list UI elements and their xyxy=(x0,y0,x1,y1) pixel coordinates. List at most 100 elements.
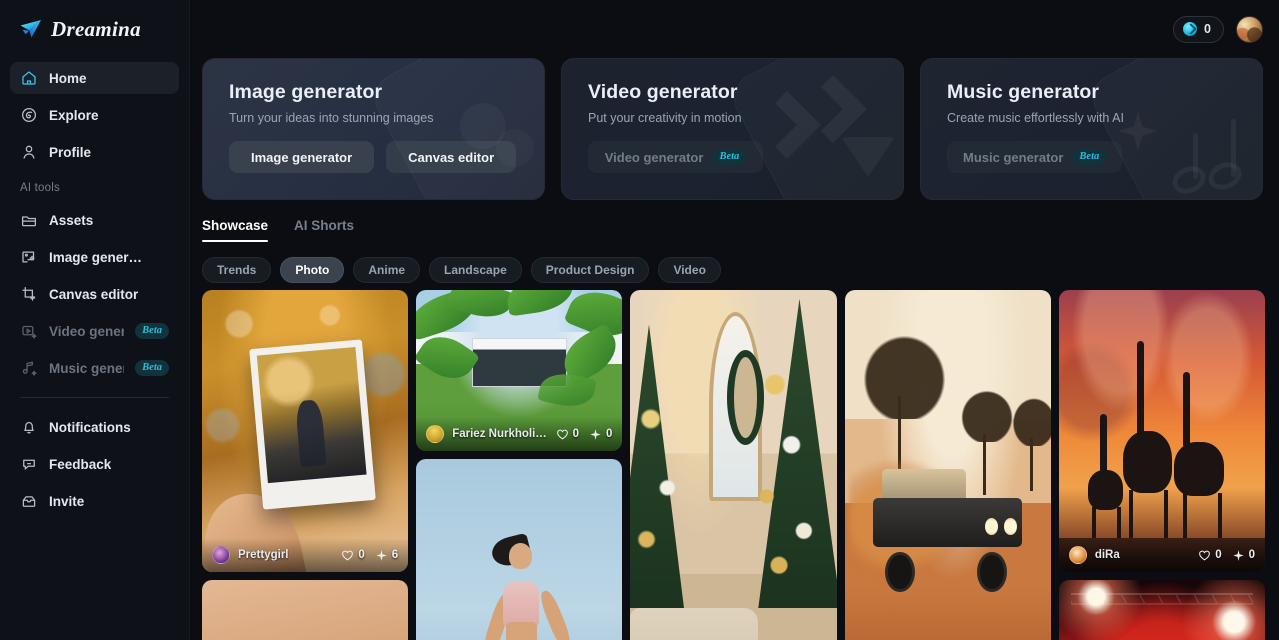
hero-card-music-generator[interactable]: Music generator Create music effortlessl… xyxy=(920,58,1263,200)
decorative-clouds-shape xyxy=(1058,290,1266,572)
tab-label: AI Shorts xyxy=(294,218,355,233)
decorative-acacia3-shape xyxy=(1005,388,1051,446)
chip-label: Anime xyxy=(368,263,406,277)
sparkle-icon xyxy=(590,428,601,440)
like-count: 0 xyxy=(572,428,579,440)
chat-icon xyxy=(23,459,35,470)
sidebar-item-label: Invite xyxy=(49,493,85,509)
avatar xyxy=(212,546,230,564)
brand[interactable]: Dreamina xyxy=(0,0,189,58)
sparkle-icon xyxy=(376,549,387,561)
filter-chip-video[interactable]: Video xyxy=(658,257,721,283)
hero-title: Music generator xyxy=(947,81,1100,103)
gallery-card[interactable]: Fariez Nurkholiq As… 0 xyxy=(416,290,623,451)
sidebar-item-canvas-editor[interactable]: Canvas editor xyxy=(10,278,179,310)
credit-stat[interactable]: 0 xyxy=(589,428,612,441)
hero-card-video-generator[interactable]: Video generator Put your creativity in m… xyxy=(561,58,904,200)
sidebar-item-notifications[interactable]: Notifications xyxy=(10,411,179,443)
hero-title: Video generator xyxy=(588,81,738,103)
credit-stat[interactable]: 6 xyxy=(375,549,398,562)
decorative-truss-shape xyxy=(1071,592,1254,606)
sidebar-item-label: Video gener… xyxy=(49,323,125,339)
heart-icon xyxy=(342,550,354,560)
chip-label: Product Design xyxy=(545,263,635,277)
sidebar-item-assets[interactable]: Assets xyxy=(10,204,179,236)
sidebar-item-explore[interactable]: Explore xyxy=(10,99,179,131)
card-overlay: diRa 0 0 xyxy=(1058,538,1266,572)
beta-badge: Beta xyxy=(712,149,747,165)
image-sparkle-icon xyxy=(22,251,35,263)
gallery-card[interactable] xyxy=(416,459,623,640)
sidebar-item-image-generator[interactable]: Image gener… xyxy=(10,241,179,273)
sidebar-divider xyxy=(20,397,169,398)
card-stats: 0 0 xyxy=(556,428,612,441)
sidebar-item-label: Profile xyxy=(49,144,92,160)
filter-chip-anime[interactable]: Anime xyxy=(353,257,421,283)
gallery-card[interactable] xyxy=(202,580,409,640)
sidebar-item-profile[interactable]: Profile xyxy=(10,136,179,168)
paper-plane-icon xyxy=(20,20,41,38)
gallery-column xyxy=(630,290,837,640)
like-stat[interactable]: 0 xyxy=(341,549,365,562)
filter-chip-trends[interactable]: Trends xyxy=(202,257,272,283)
hero-subtitle: Put your creativity in motion xyxy=(588,111,742,125)
video-generator-button[interactable]: Video generator Beta xyxy=(588,141,763,173)
gallery-card[interactable] xyxy=(630,290,837,640)
card-overlay: Fariez Nurkholiq As… 0 xyxy=(416,417,623,451)
credit-count: 0 xyxy=(1248,549,1256,561)
credit-count: 0 xyxy=(606,428,613,440)
decorative-pane-shape xyxy=(725,59,903,199)
avatar xyxy=(1068,546,1087,564)
gallery-column: Prettygirl 0 6 xyxy=(202,290,409,640)
chip-label: Trends xyxy=(217,263,257,277)
author-name: Fariez Nurkholiq As… xyxy=(452,428,547,440)
sidebar-tools-nav: Assets Image gener… Canvas editor Video … xyxy=(0,200,189,389)
sidebar-item-label: Feedback xyxy=(49,456,112,472)
hero-title: Image generator xyxy=(229,81,383,103)
like-count: 0 xyxy=(1215,549,1222,561)
avatar[interactable] xyxy=(1236,15,1263,43)
sidebar-item-feedback[interactable]: Feedback xyxy=(10,448,179,480)
beta-badge: Beta xyxy=(135,360,169,376)
like-stat[interactable]: 0 xyxy=(1198,549,1222,562)
decorative-sofa-shape xyxy=(630,608,759,640)
music-generator-button[interactable]: Music generator Beta xyxy=(947,141,1123,173)
sidebar-item-invite[interactable]: Invite xyxy=(10,485,179,517)
tab-showcase[interactable]: Showcase xyxy=(202,218,269,242)
topbar: 0 xyxy=(190,0,1279,58)
like-stat[interactable]: 0 xyxy=(556,428,579,441)
inbox-icon xyxy=(22,496,36,507)
canvas-editor-button[interactable]: Canvas editor xyxy=(386,141,517,173)
sidebar-item-home[interactable]: Home xyxy=(10,62,179,94)
sidebar-item-label: Notifications xyxy=(49,419,131,435)
artwork-wrist-closeup xyxy=(202,580,409,640)
credit-stat[interactable]: 0 xyxy=(1232,549,1255,562)
filter-chip-landscape[interactable]: Landscape xyxy=(429,257,522,283)
gallery-card[interactable] xyxy=(844,290,1051,640)
beta-badge: Beta xyxy=(1072,149,1107,165)
gallery-card[interactable] xyxy=(1058,580,1266,640)
gallery-card[interactable]: diRa 0 0 xyxy=(1058,290,1266,572)
filter-chip-product-design[interactable]: Product Design xyxy=(530,257,650,283)
video-sparkle-icon xyxy=(22,325,37,339)
image-generator-button[interactable]: Image generator xyxy=(229,141,375,173)
dreamina-app: Dreamina Home Explore Profile AI tools A… xyxy=(0,0,1279,640)
tab-ai-shorts[interactable]: AI Shorts xyxy=(294,218,354,242)
brand-name: Dreamina xyxy=(51,16,141,41)
sidebar-item-label: Assets xyxy=(49,212,94,228)
button-label: Image generator xyxy=(251,149,353,165)
music-sparkle-icon xyxy=(22,361,37,376)
credit-coin-icon xyxy=(1183,22,1198,36)
gallery-card[interactable]: Prettygirl 0 6 xyxy=(202,290,409,572)
sidebar-item-video-generator[interactable]: Video gener… Beta xyxy=(10,315,179,347)
credits-value: 0 xyxy=(1204,22,1211,36)
gallery-column: Fariez Nurkholiq As… 0 xyxy=(416,290,623,640)
hero-button-group: Image generator Canvas editor xyxy=(229,141,544,173)
sidebar-item-music-generator[interactable]: Music gener… Beta xyxy=(10,352,179,384)
decorative-jeep-shape xyxy=(873,468,1022,592)
sidebar-item-label: Music gener… xyxy=(49,360,124,376)
sidebar-item-label: Image gener… xyxy=(49,249,143,265)
hero-card-image-generator[interactable]: Image generator Turn your ideas into stu… xyxy=(202,58,545,200)
credits-badge[interactable]: 0 xyxy=(1173,15,1224,43)
filter-chip-photo[interactable]: Photo xyxy=(280,257,345,283)
